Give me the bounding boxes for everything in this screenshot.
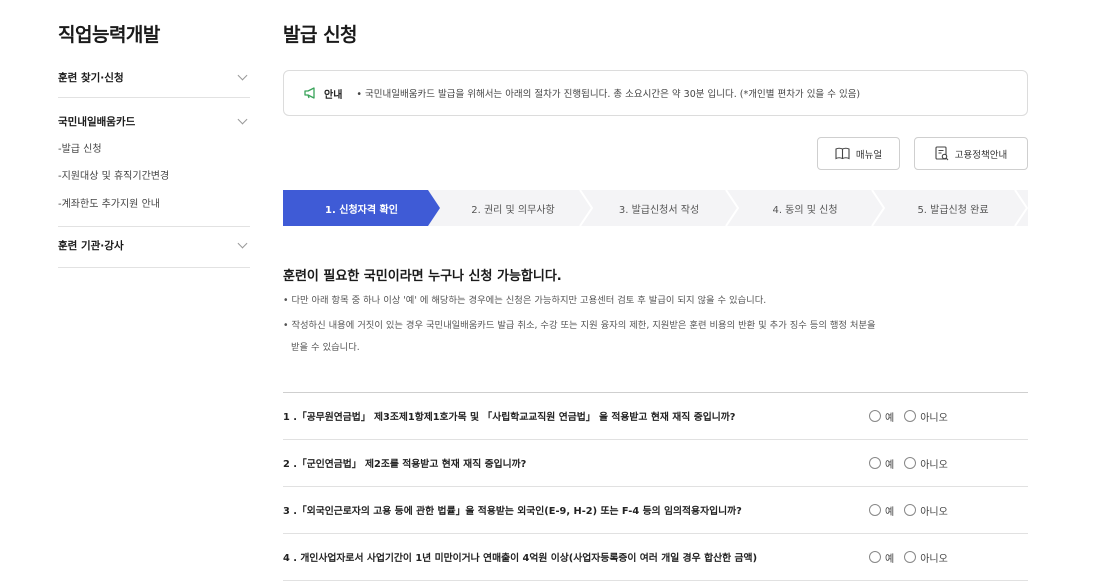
option-yes-label: 예 — [885, 459, 895, 471]
radio-no[interactable] — [904, 551, 917, 563]
radio-no[interactable] — [904, 457, 917, 469]
sidebar-title: 직업능력개발 — [58, 24, 160, 46]
question-text: 3 .「외국인근로자의 고용 등에 관한 법률」을 적용받는 외국인(E-9, … — [283, 506, 742, 517]
option-no-label: 아니오 — [920, 506, 948, 518]
option-yes[interactable]: 예 — [869, 503, 894, 518]
step-indicator: 1. 신청자격 확인 2. 권리 및 의무사항 3. 발급신청서 작성 4. 동… — [283, 190, 1028, 226]
question-row: 3 .「외국인근로자의 고용 등에 관한 법률」을 적용받는 외국인(E-9, … — [283, 487, 1028, 534]
option-no[interactable]: 아니오 — [904, 456, 948, 471]
question-text: 2 .「군인연금법」 제2조를 적용받고 현재 재직 중입니까? — [283, 459, 527, 470]
option-no-label: 아니오 — [920, 553, 948, 565]
chevron-down-icon — [237, 238, 248, 248]
manual-button-label: 매뉴얼 — [855, 149, 883, 161]
radio-yes[interactable] — [869, 410, 881, 422]
option-yes[interactable]: 예 — [869, 550, 894, 565]
page-title: 발급 신청 — [283, 24, 358, 46]
manual-button[interactable]: 매뉴얼 — [817, 137, 900, 170]
sidebar-section-label: 훈련 찾기·신청 — [58, 71, 124, 84]
chevron-down-icon — [237, 70, 248, 80]
sidebar-section-institutions[interactable]: 훈련 기관·강사 — [58, 237, 250, 253]
step-1-active: 1. 신청자격 확인 — [283, 190, 440, 226]
step-4: 4. 동의 및 신청 — [732, 190, 878, 226]
sidebar-section-training-search[interactable]: 훈련 찾기·신청 — [58, 69, 250, 85]
radio-no[interactable] — [904, 504, 917, 516]
sidebar-section-label: 훈련 기관·강사 — [58, 239, 124, 252]
option-yes-label: 예 — [885, 412, 895, 424]
step-2: 2. 권리 및 의무사항 — [440, 190, 586, 226]
step-3: 3. 발급신청서 작성 — [586, 190, 732, 226]
divider — [58, 226, 250, 227]
question-text: 1 .「공무원연금법」 제3조제1항제1호가목 및 「사립학교교직원 연금법」 … — [283, 412, 736, 423]
divider — [58, 97, 250, 98]
option-yes[interactable]: 예 — [869, 456, 894, 471]
sidebar-section-label: 국민내일배움카드 — [58, 115, 136, 128]
sidebar-item-eligibility[interactable]: -지원대상 및 휴직기간변경 — [58, 167, 169, 182]
notice-bullet: • 작성하신 내용에 거짓이 있는 경우 국민내일배움카드 발급 취소, 수강 … — [283, 320, 876, 331]
employment-policy-button-label: 고용정책안내 — [954, 149, 1008, 161]
megaphone-icon — [304, 87, 315, 99]
radio-yes[interactable] — [869, 504, 881, 516]
notice-bullet: • 다만 아래 항목 중 하나 이상 '예' 에 해당하는 경우에는 신청은 가… — [283, 295, 767, 306]
option-yes[interactable]: 예 — [869, 409, 894, 424]
sidebar-item-apply[interactable]: -발급 신청 — [58, 140, 102, 155]
question-row: 4 . 개인사업자로서 사업기간이 1년 미만이거나 연매출이 4억원 이상(사… — [283, 534, 1028, 581]
step-5: 5. 발급신청 완료 — [878, 190, 1028, 226]
step-separator — [871, 190, 885, 226]
chevron-down-icon — [237, 114, 248, 124]
step-separator — [1014, 190, 1028, 226]
option-no[interactable]: 아니오 — [904, 409, 948, 424]
question-row: 2 .「군인연금법」 제2조를 적용받고 현재 재직 중입니까? 예 아니오 — [283, 440, 1028, 487]
notice-box: 안내 • 국민내일배움카드 발급을 위해서는 아래의 절차가 진행됩니다. 총 … — [283, 70, 1028, 116]
eligibility-headline: 훈련이 필요한 국민이라면 누구나 신청 가능합니다. — [283, 269, 562, 284]
option-yes-label: 예 — [885, 553, 895, 565]
step-separator — [725, 190, 739, 226]
document-search-icon — [935, 146, 949, 161]
option-no-label: 아니오 — [920, 412, 948, 424]
option-no[interactable]: 아니오 — [904, 503, 948, 518]
option-no[interactable]: 아니오 — [904, 550, 948, 565]
sidebar-section-card[interactable]: 국민내일배움카드 — [58, 113, 250, 129]
option-yes-label: 예 — [885, 506, 895, 518]
step-separator — [579, 190, 593, 226]
employment-policy-button[interactable]: 고용정책안내 — [914, 137, 1028, 170]
divider — [58, 267, 250, 268]
radio-no[interactable] — [904, 410, 917, 422]
option-no-label: 아니오 — [920, 459, 948, 471]
question-text: 4 . 개인사업자로서 사업기간이 1년 미만이거나 연매출이 4억원 이상(사… — [283, 553, 758, 564]
notice-bullet-continued: 받을 수 있습니다. — [291, 342, 360, 353]
question-row: 1 .「공무원연금법」 제3조제1항제1호가목 및 「사립학교교직원 연금법」 … — [283, 393, 1028, 440]
eligibility-question-list: 1 .「공무원연금법」 제3조제1항제1호가목 및 「사립학교교직원 연금법」 … — [283, 392, 1028, 581]
book-icon — [835, 147, 850, 160]
notice-text: • 국민내일배움카드 발급을 위해서는 아래의 절차가 진행됩니다. 총 소요시… — [356, 89, 861, 100]
radio-yes[interactable] — [869, 457, 881, 469]
sidebar-item-limit-support[interactable]: -계좌한도 추가지원 안내 — [58, 195, 160, 210]
radio-yes[interactable] — [869, 551, 881, 563]
notice-label: 안내 — [324, 89, 343, 101]
